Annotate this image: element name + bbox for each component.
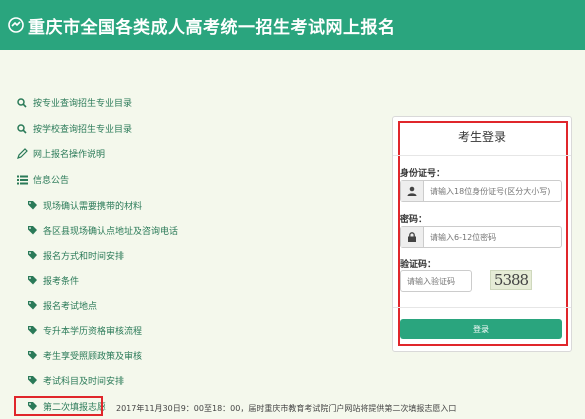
id-number-input[interactable] bbox=[424, 181, 561, 201]
announcement-item[interactable]: 报名考试地点 bbox=[26, 299, 97, 312]
announcement-item[interactable]: 考生享受照顾政策及审核 bbox=[26, 349, 142, 362]
announcement-label: 报名考试地点 bbox=[43, 302, 98, 312]
login-title: 考生登录 bbox=[457, 130, 506, 144]
nav-label: 按专业查询招生专业目录 bbox=[33, 99, 133, 109]
announcement-label: 报名方式和时间安排 bbox=[43, 252, 125, 262]
logo-icon bbox=[8, 17, 24, 33]
announcement-label: 各区县现场确认点地址及咨询电话 bbox=[43, 227, 179, 237]
announcement-item[interactable]: 报名方式和时间安排 bbox=[26, 249, 124, 262]
nav-search-by-school[interactable]: 按学校查询招生专业目录 bbox=[16, 122, 132, 135]
announcement-label: 专升本学历资格审核流程 bbox=[43, 327, 143, 337]
nav-label: 网上报名操作说明 bbox=[33, 150, 106, 160]
nav-announcements[interactable]: 信息公告 bbox=[16, 173, 69, 186]
password-label: 密码： bbox=[400, 215, 428, 225]
captcha-input[interactable] bbox=[400, 270, 472, 292]
nav-guide[interactable]: 网上报名操作说明 bbox=[16, 147, 105, 160]
captcha-label: 验证码： bbox=[400, 260, 437, 270]
id-field-group bbox=[400, 180, 562, 202]
search-icon bbox=[16, 123, 28, 135]
id-label: 身份证号： bbox=[400, 169, 446, 179]
header: 重庆市全国各类成人高考统一招生考试网上报名 bbox=[0, 0, 585, 50]
announcement-label: 考试科目及时间安排 bbox=[43, 377, 125, 387]
tag-icon bbox=[26, 250, 38, 262]
nav-search-by-major[interactable]: 按专业查询招生专业目录 bbox=[16, 96, 132, 109]
pencil-icon bbox=[16, 148, 28, 160]
tag-icon bbox=[26, 350, 38, 362]
page-title: 重庆市全国各类成人高考统一招生考试网上报名 bbox=[28, 17, 396, 38]
tag-icon bbox=[26, 200, 38, 212]
announcement-item[interactable]: 现场确认需要携带的材料 bbox=[26, 199, 142, 212]
announcement-label: 现场确认需要携带的材料 bbox=[43, 202, 143, 212]
nav-label: 按学校查询招生专业目录 bbox=[33, 125, 133, 135]
login-button[interactable]: 登录 bbox=[400, 319, 562, 339]
tag-icon bbox=[26, 275, 38, 287]
tag-icon bbox=[26, 300, 38, 312]
tag-icon bbox=[26, 225, 38, 237]
divider bbox=[393, 307, 571, 308]
announcement-item[interactable]: 考试科目及时间安排 bbox=[26, 374, 124, 387]
lock-icon bbox=[401, 227, 424, 247]
tag-icon bbox=[26, 325, 38, 337]
divider bbox=[393, 155, 571, 156]
announcement-label: 报考条件 bbox=[43, 277, 80, 287]
password-field-group bbox=[400, 226, 562, 248]
highlight-box bbox=[14, 396, 103, 416]
announcement-item[interactable]: 各区县现场确认点地址及咨询电话 bbox=[26, 224, 178, 237]
announcement-label: 考生享受照顾政策及审核 bbox=[43, 352, 143, 362]
password-input[interactable] bbox=[424, 227, 561, 247]
tag-icon bbox=[26, 375, 38, 387]
search-icon bbox=[16, 97, 28, 109]
captcha-image[interactable]: 5388 bbox=[490, 270, 532, 290]
announcement-item[interactable]: 专升本学历资格审核流程 bbox=[26, 324, 142, 337]
user-icon bbox=[401, 181, 424, 201]
announcement-item[interactable]: 报考条件 bbox=[26, 274, 79, 287]
notice-text: 2017年11月30日9：00至18：00，届时重庆市教育考试院门户网站将提供第… bbox=[116, 404, 457, 413]
list-icon bbox=[16, 174, 28, 186]
nav-label: 信息公告 bbox=[33, 176, 70, 186]
